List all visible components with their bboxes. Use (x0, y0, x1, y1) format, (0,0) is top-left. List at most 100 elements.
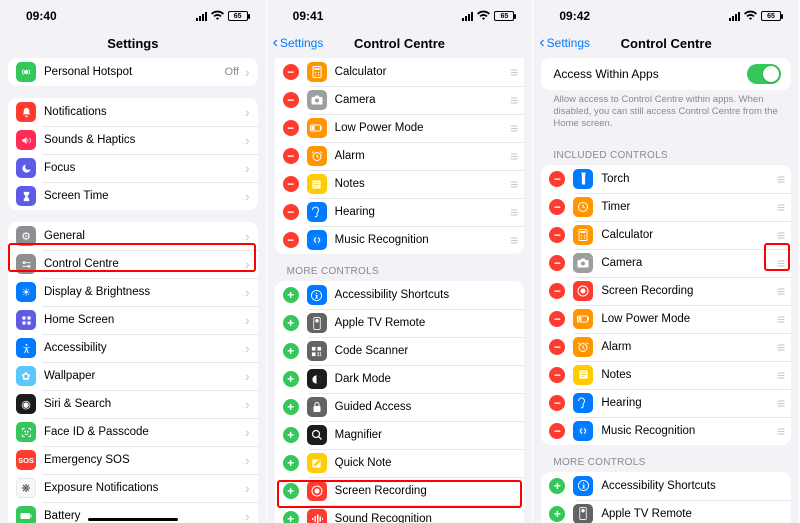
remove-button[interactable]: − (549, 199, 565, 215)
row-access-within-apps[interactable]: Access Within Apps (541, 58, 791, 90)
row-accessibility-shortcuts[interactable]: + Accessibility Shortcuts (275, 281, 525, 309)
row-apple-tv-remote[interactable]: + Apple TV Remote (275, 309, 525, 337)
remove-button[interactable]: − (549, 255, 565, 271)
row-screen-recording[interactable]: + Screen Recording (275, 477, 525, 505)
row-screen-time[interactable]: Screen Time › (8, 182, 258, 210)
add-button[interactable]: + (283, 427, 299, 443)
add-button[interactable]: + (283, 455, 299, 471)
row-accessibility[interactable]: Accessibility › (8, 334, 258, 362)
drag-handle-icon[interactable]: ≡ (777, 395, 783, 411)
row-wallpaper[interactable]: ✿ Wallpaper › (8, 362, 258, 390)
remove-button[interactable]: − (283, 204, 299, 220)
back-button[interactable]: ‹ Settings (539, 35, 590, 51)
remove-button[interactable]: − (283, 120, 299, 136)
row-notes[interactable]: − Notes ≡ (541, 361, 791, 389)
row-alarm[interactable]: − Alarm ≡ (541, 333, 791, 361)
row-hearing[interactable]: − Hearing ≡ (541, 389, 791, 417)
remove-button[interactable]: − (283, 92, 299, 108)
row-notes[interactable]: − Notes ≡ (275, 170, 525, 198)
row-focus[interactable]: Focus › (8, 154, 258, 182)
row-screen-recording[interactable]: − Screen Recording ≡ (541, 277, 791, 305)
toggle-access[interactable] (747, 64, 781, 84)
row-magnifier[interactable]: + Magnifier (275, 421, 525, 449)
row-code-scanner[interactable]: + Code Scanner (275, 337, 525, 365)
drag-handle-icon[interactable]: ≡ (777, 423, 783, 439)
drag-handle-icon[interactable]: ≡ (777, 255, 783, 271)
back-button[interactable]: ‹ Settings (273, 35, 324, 51)
add-button[interactable]: + (283, 371, 299, 387)
remove-button[interactable]: − (549, 227, 565, 243)
row-low-power[interactable]: − Low Power Mode ≡ (275, 114, 525, 142)
row-control-centre[interactable]: Control Centre › (8, 250, 258, 278)
add-button[interactable]: + (549, 506, 565, 522)
drag-handle-icon[interactable]: ≡ (777, 367, 783, 383)
add-button[interactable]: + (283, 287, 299, 303)
remove-button[interactable]: − (283, 232, 299, 248)
row-display-brightness[interactable]: ☀ Display & Brightness › (8, 278, 258, 306)
add-button[interactable]: + (283, 315, 299, 331)
add-button[interactable]: + (549, 478, 565, 494)
drag-handle-icon[interactable]: ≡ (777, 283, 783, 299)
remove-button[interactable]: − (283, 148, 299, 164)
remove-button[interactable]: − (549, 423, 565, 439)
row-music-recognition[interactable]: − Music Recognition ≡ (275, 226, 525, 254)
row-sounds-haptics[interactable]: Sounds & Haptics › (8, 126, 258, 154)
drag-handle-icon[interactable]: ≡ (777, 171, 783, 187)
row-accessibility-shortcuts[interactable]: + Accessibility Shortcuts (541, 472, 791, 500)
home-indicator[interactable] (88, 518, 178, 522)
drag-handle-icon[interactable]: ≡ (510, 120, 516, 136)
remove-button[interactable]: − (549, 311, 565, 327)
remove-button[interactable]: − (549, 339, 565, 355)
remove-button[interactable]: − (549, 395, 565, 411)
row-emergency-sos[interactable]: SOS Emergency SOS › (8, 446, 258, 474)
status-time: 09:40 (26, 9, 57, 23)
row-notifications[interactable]: Notifications › (8, 98, 258, 126)
remove-button[interactable]: − (283, 176, 299, 192)
row-hearing[interactable]: − Hearing ≡ (275, 198, 525, 226)
control-centre-body[interactable]: Access Within Apps Allow access to Contr… (533, 58, 799, 523)
control-centre-body[interactable]: − Calculator ≡ − Camera ≡ − Low Power Mo… (267, 58, 533, 523)
row-exposure-notifications[interactable]: ❋ Exposure Notifications › (8, 474, 258, 502)
drag-handle-icon[interactable]: ≡ (510, 64, 516, 80)
status-bar: 09:40 65 (0, 0, 266, 28)
add-button[interactable]: + (283, 399, 299, 415)
drag-handle-icon[interactable]: ≡ (510, 176, 516, 192)
drag-handle-icon[interactable]: ≡ (510, 204, 516, 220)
row-alarm[interactable]: − Alarm ≡ (275, 142, 525, 170)
row-camera[interactable]: − Camera ≡ (275, 86, 525, 114)
add-button[interactable]: + (283, 511, 299, 523)
drag-handle-icon[interactable]: ≡ (777, 311, 783, 327)
row-quick-note[interactable]: + Quick Note (275, 449, 525, 477)
row-apple-tv-remote[interactable]: + Apple TV Remote (541, 500, 791, 523)
row-home-screen[interactable]: Home Screen › (8, 306, 258, 334)
remove-button[interactable]: − (549, 171, 565, 187)
row-siri-search[interactable]: ◉ Siri & Search › (8, 390, 258, 418)
row-calculator[interactable]: − Calculator ≡ (275, 58, 525, 86)
drag-handle-icon[interactable]: ≡ (777, 199, 783, 215)
drag-handle-icon[interactable]: ≡ (777, 227, 783, 243)
row-calculator[interactable]: − Calculator ≡ (541, 221, 791, 249)
remove-button[interactable]: − (549, 367, 565, 383)
add-button[interactable]: + (283, 483, 299, 499)
row-dark-mode[interactable]: + Dark Mode (275, 365, 525, 393)
row-guided-access[interactable]: + Guided Access (275, 393, 525, 421)
row-timer[interactable]: − Timer ≡ (541, 193, 791, 221)
row-torch[interactable]: − Torch ≡ (541, 165, 791, 193)
row-general[interactable]: ⚙ General › (8, 222, 258, 250)
drag-handle-icon[interactable]: ≡ (510, 232, 516, 248)
settings-body[interactable]: Personal Hotspot Off › Notifications › (0, 58, 266, 523)
remove-button[interactable]: − (283, 64, 299, 80)
row-sound-recognition[interactable]: + Sound Recognition (275, 505, 525, 523)
drag-handle-icon[interactable]: ≡ (510, 92, 516, 108)
row-face-id[interactable]: Face ID & Passcode › (8, 418, 258, 446)
drag-handle-icon[interactable]: ≡ (510, 148, 516, 164)
drag-handle-icon[interactable]: ≡ (777, 339, 783, 355)
row-personal-hotspot[interactable]: Personal Hotspot Off › (8, 58, 258, 86)
row-music-recognition[interactable]: − Music Recognition ≡ (541, 417, 791, 445)
remove-button[interactable]: − (549, 283, 565, 299)
speaker-icon (16, 130, 36, 150)
battery-icon: 65 (761, 11, 781, 21)
row-camera[interactable]: − Camera ≡ (541, 249, 791, 277)
add-button[interactable]: + (283, 343, 299, 359)
row-low-power[interactable]: − Low Power Mode ≡ (541, 305, 791, 333)
